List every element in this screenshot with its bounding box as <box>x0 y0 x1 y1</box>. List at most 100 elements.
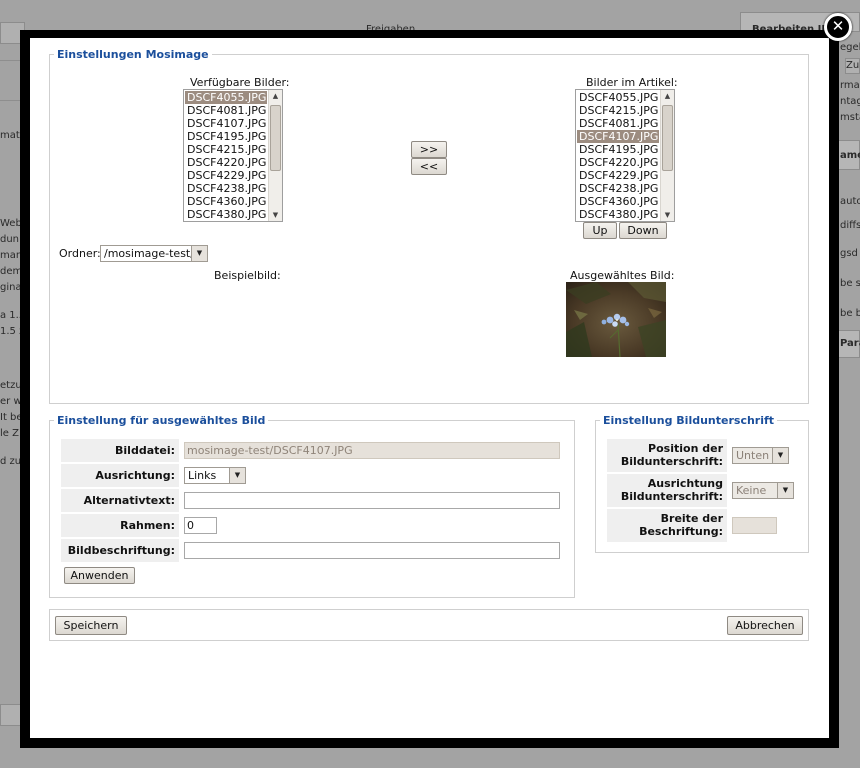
bg-text: be st <box>840 278 860 289</box>
caption-position-select[interactable]: Unten ▼ <box>732 447 789 464</box>
list-item[interactable]: DSCF4081.JPG <box>185 104 267 117</box>
article-images-scrollbar[interactable]: ▲ ▼ <box>660 90 674 221</box>
caption-width-label-line2: Beschriftung: <box>639 525 723 538</box>
dropdown-arrow-icon: ▼ <box>191 246 207 261</box>
caption-width-label-line1: Breite der <box>660 512 723 525</box>
image-align-select[interactable]: Links ▼ <box>184 467 246 484</box>
caption-position-label-line2: Bildunterschrift: <box>620 455 723 468</box>
mosimage-settings-legend: Einstellungen Mosimage <box>57 48 209 61</box>
available-images-label: Verfügbare Bilder: <box>190 76 290 89</box>
article-images-label: Bilder im Artikel: <box>586 76 678 89</box>
bg-text: egeb <box>840 42 860 53</box>
caption-settings-legend: Einstellung Bildunterschrift <box>603 414 775 427</box>
folder-select[interactable]: /mosimage-test/ ▼ <box>100 245 208 262</box>
bg-text: Zu <box>846 60 860 71</box>
list-item[interactable]: DSCF4220.JPG <box>577 156 659 169</box>
bg-text: dem <box>0 266 23 277</box>
article-images-items: DSCF4055.JPG DSCF4215.JPG DSCF4081.JPG DSCF… <box>577 91 659 221</box>
bg-text: mstal <box>840 112 860 123</box>
flower-photo-image <box>566 282 666 357</box>
bg-text: rmal <box>840 80 860 91</box>
scroll-thumb[interactable] <box>662 105 673 171</box>
border-label-text: Rahmen: <box>120 519 175 532</box>
caption-align-label-line1: Ausrichtung <box>647 477 723 490</box>
caption-input[interactable] <box>184 542 560 559</box>
list-item[interactable]: DSCF4195.JPG <box>185 130 267 143</box>
caption-width-input[interactable] <box>732 517 777 534</box>
caption-align-label-line2: Bildunterschrift: <box>620 490 723 503</box>
caption-align-label: Ausrichtung Bildunterschrift: <box>607 474 727 507</box>
list-item[interactable]: DSCF4238.JPG <box>577 182 659 195</box>
selected-image-label: Ausgewähltes Bild: <box>570 269 675 282</box>
bg-text: ntag <box>840 96 860 107</box>
bg-text: gina <box>0 282 22 293</box>
list-item[interactable]: DSCF4360.JPG <box>185 195 267 208</box>
folder-select-value: /mosimage-test/ <box>104 247 194 260</box>
dialog-footer <box>49 609 809 641</box>
bg-text: be bee <box>840 308 860 319</box>
cancel-button[interactable]: Abbrechen <box>727 616 803 635</box>
add-image-button[interactable]: >> <box>411 141 447 158</box>
caption-label-text: Bildbeschriftung: <box>67 544 175 557</box>
alt-text-label-text: Alternativtext: <box>83 494 175 507</box>
bg-text: d zu <box>0 456 22 467</box>
list-item[interactable]: DSCF4107.JPG <box>577 130 659 143</box>
list-item[interactable]: DSCF4215.JPG <box>577 104 659 117</box>
list-item[interactable]: DSCF4195.JPG <box>577 143 659 156</box>
available-images-list[interactable]: DSCF4055.JPG DSCF4081.JPG DSCF4107.JPG DSCF… <box>183 89 283 222</box>
caption-width-label: Breite der Beschriftung: <box>607 509 727 542</box>
scroll-down-icon[interactable]: ▼ <box>269 209 282 221</box>
list-item[interactable]: DSCF4107.JPG <box>185 117 267 130</box>
dropdown-arrow-icon: ▼ <box>229 468 245 483</box>
border-label: Rahmen: <box>61 514 179 537</box>
bg-field <box>0 704 22 726</box>
list-item[interactable]: DSCF4081.JPG <box>577 117 659 130</box>
scroll-thumb[interactable] <box>270 105 281 171</box>
dropdown-arrow-icon: ▼ <box>777 483 793 498</box>
mosimage-settings-fieldset: Einstellungen Mosimage <box>49 48 809 404</box>
alt-text-input[interactable] <box>184 492 560 509</box>
image-file-label-text: Bilddatei: <box>115 444 175 457</box>
scroll-down-icon[interactable]: ▼ <box>661 209 674 221</box>
list-item[interactable]: DSCF4380.JPG <box>577 208 659 221</box>
available-images-scrollbar[interactable]: ▲ ▼ <box>268 90 282 221</box>
close-icon[interactable]: ✕ <box>824 13 852 41</box>
available-images-items: DSCF4055.JPG DSCF4081.JPG DSCF4107.JPG DSCF… <box>185 91 267 221</box>
list-item[interactable]: DSCF4220.JPG <box>185 156 267 169</box>
list-item[interactable]: DSCF4238.JPG <box>185 182 267 195</box>
article-images-list[interactable]: DSCF4055.JPG DSCF4215.JPG DSCF4081.JPG DSCF… <box>575 89 675 222</box>
caption-align-select[interactable]: Keine ▼ <box>732 482 794 499</box>
image-file-field[interactable]: mosimage-test/DSCF4107.JPG <box>184 442 560 459</box>
scroll-up-icon[interactable]: ▲ <box>661 90 674 102</box>
apply-button[interactable]: Anwenden <box>64 567 135 584</box>
bg-text: mat <box>0 130 20 141</box>
bg-text: etzu <box>0 380 22 391</box>
bg-text: gsd <box>840 248 858 259</box>
move-up-button[interactable]: Up <box>583 222 617 239</box>
caption-label: Bildbeschriftung: <box>61 539 179 562</box>
remove-image-button[interactable]: << <box>411 158 447 175</box>
dropdown-arrow-icon: ▼ <box>772 448 788 463</box>
sample-image-label: Beispielbild: <box>214 269 281 282</box>
list-item[interactable]: DSCF4229.JPG <box>185 169 267 182</box>
list-item[interactable]: DSCF4360.JPG <box>577 195 659 208</box>
list-item[interactable]: DSCF4215.JPG <box>185 143 267 156</box>
selected-image-preview <box>566 282 666 357</box>
bg-text: Web <box>0 218 22 229</box>
border-input[interactable]: 0 <box>184 517 217 534</box>
scroll-up-icon[interactable]: ▲ <box>269 90 282 102</box>
bg-text: Para <box>840 338 860 349</box>
image-file-label: Bilddatei: <box>61 439 179 462</box>
list-item[interactable]: DSCF4055.JPG <box>577 91 659 104</box>
bg-text: le Z <box>0 428 19 439</box>
list-item[interactable]: DSCF4055.JPG <box>185 91 267 104</box>
caption-position-label: Position der Bildunterschrift: <box>607 439 727 472</box>
list-item[interactable]: DSCF4229.JPG <box>577 169 659 182</box>
bg-text: autor <box>840 196 860 207</box>
image-align-label-text: Ausrichtung: <box>95 469 175 482</box>
save-button[interactable]: Speichern <box>55 616 127 635</box>
bg-text: dun <box>0 234 20 245</box>
move-down-button[interactable]: Down <box>619 222 667 239</box>
caption-align-value: Keine <box>736 484 767 497</box>
list-item[interactable]: DSCF4380.JPG <box>185 208 267 221</box>
